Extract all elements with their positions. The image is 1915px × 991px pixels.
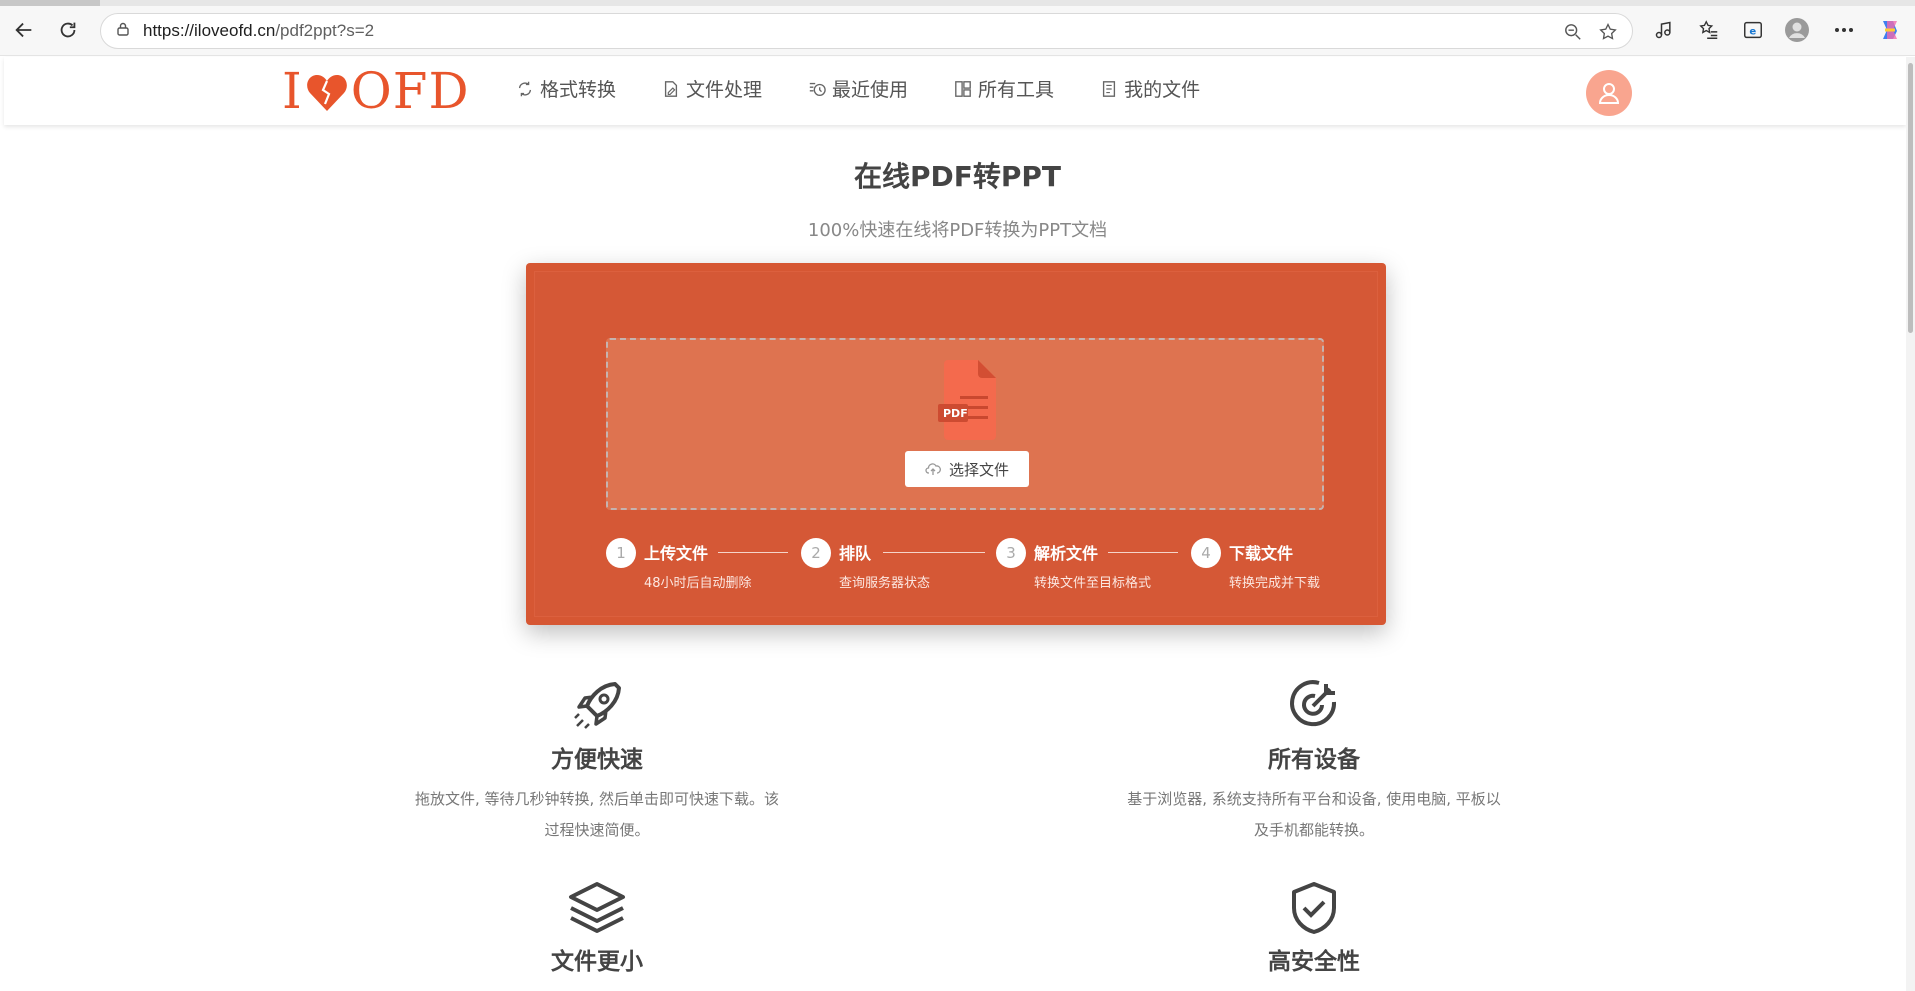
back-icon[interactable] [10,16,38,44]
nav-label: 所有工具 [978,79,1055,101]
scrollbar-thumb[interactable] [1908,63,1913,333]
url-text[interactable]: https://iloveofd.cn/pdf2ppt?s=2 [143,21,374,41]
favorite-star-icon[interactable] [1596,20,1620,44]
site-logo[interactable]: I OFD [282,62,470,120]
feature-security: 高安全性 [1114,880,1514,976]
steps-bar: 1 上传文件 48小时后自动删除 2 排队 查询服务器状态 3 解析文件 转换文… [606,534,1346,594]
step-title: 排队 [839,544,872,563]
recent-icon [809,82,826,96]
feature-title: 高安全性 [1268,949,1360,975]
feature-desc-line: 及手机都能转换。 [1253,821,1374,839]
target-icon [1114,678,1514,734]
nav-format-convert[interactable]: 格式转换 [516,75,616,102]
site-info-icon[interactable] [115,21,131,41]
feature-desc: 基于浏览器, 系统支持所有平台和设备, 使用电脑, 平板以 及手机都能转换。 [1114,784,1514,846]
page-subtitle: 100%快速在线将PDF转换为PPT文档 [807,220,1108,241]
step-title: 下载文件 [1229,544,1294,563]
copilot-icon[interactable] [1876,16,1904,44]
feature-title: 文件更小 [551,949,643,975]
feature-smaller: 文件更小 [397,880,797,976]
choose-file-button[interactable]: 选择文件 [905,451,1029,487]
nav-label: 最近使用 [832,79,909,101]
tab-strip [0,0,1915,6]
step-number: 4 [1191,538,1221,568]
step-desc: 转换文件至目标格式 [1034,576,1152,591]
cloud-upload-icon [925,463,941,475]
step-desc: 48小时后自动删除 [644,576,752,591]
nav-label: 格式转换 [540,79,617,101]
nav-file-processing[interactable]: 文件处理 [662,75,762,102]
nav-label: 文件处理 [686,79,763,101]
step-title: 上传文件 [644,544,709,563]
ie-mode-icon[interactable]: e [1739,16,1767,44]
page-title: 在线PDF转PPT [853,160,1062,193]
favorites-list-icon[interactable] [1695,16,1723,44]
step-title: 解析文件 [1034,544,1099,563]
file-edit-icon [664,80,678,97]
pdf-badge-text: PDF [943,407,968,420]
page-scrollbar[interactable] [1906,57,1915,991]
reload-icon[interactable] [54,16,82,44]
feature-desc-line: 过程快速简便。 [544,821,650,839]
feature-fast: 方便快速 拖放文件, 等待几秒钟转换, 然后单击即可快速下载。该 过程快速简便。 [397,678,797,846]
nav-my-files[interactable]: 我的文件 [1100,75,1200,102]
step-number: 2 [801,538,831,568]
step-connector [1108,552,1178,553]
file-dropzone[interactable]: PDF 选择文件 [606,338,1324,510]
choose-file-label: 选择文件 [948,460,1009,479]
pdf-file-icon: PDF [938,360,1000,440]
nav-recent[interactable]: 最近使用 [808,75,908,102]
converter-panel: PDF 选择文件 1 上传文件 48小时后自动删除 2 排队 查询服务器状态 3… [526,263,1386,625]
logo-text-i: I [282,62,303,120]
convert-icon [518,81,532,96]
feature-title: 所有设备 [1268,747,1360,773]
nav-label: 我的文件 [1124,79,1201,101]
profile-icon[interactable] [1783,16,1811,44]
step-connector [883,552,985,553]
broken-heart-icon [305,69,349,113]
shield-icon [1114,880,1514,936]
url-host: https://iloveofd.cn [143,21,276,40]
url-path: /pdf2ppt?s=2 [275,21,375,40]
zoom-out-icon[interactable] [1561,20,1585,44]
step-desc: 查询服务器状态 [839,576,931,591]
logo-text-ofd: OFD [350,62,470,120]
svg-text:e: e [1749,27,1756,38]
address-bar[interactable]: https://iloveofd.cn/pdf2ppt?s=2 [100,13,1633,49]
music-icon[interactable] [1650,16,1678,44]
nav-all-tools[interactable]: 所有工具 [954,75,1054,102]
grid-icon [955,80,971,97]
user-icon [1598,83,1620,104]
feature-desc-line: 拖放文件, 等待几秒钟转换, 然后单击即可快速下载。该 [414,790,780,808]
feature-devices: 所有设备 基于浏览器, 系统支持所有平台和设备, 使用电脑, 平板以 及手机都能… [1114,678,1514,846]
step-number: 3 [996,538,1026,568]
user-avatar[interactable] [1586,70,1632,116]
main-nav: 格式转换 文件处理 最近使用 所有工具 我的文件 [516,75,1246,102]
feature-desc: 拖放文件, 等待几秒钟转换, 然后单击即可快速下载。该 过程快速简便。 [397,784,797,846]
site-header: I OFD 格式转换 文件处理 最近使用 所有工具 我的文件 [4,57,1906,125]
browser-toolbar: https://iloveofd.cn/pdf2ppt?s=2 e [0,0,1915,56]
more-menu-icon[interactable] [1830,16,1858,44]
step-connector [718,552,788,553]
layers-icon [397,880,797,936]
step-number: 1 [606,538,636,568]
step-desc: 转换完成并下载 [1229,576,1321,591]
document-icon [1102,80,1116,97]
feature-desc-line: 基于浏览器, 系统支持所有平台和设备, 使用电脑, 平板以 [1127,790,1501,808]
feature-title: 方便快速 [551,747,643,773]
rocket-icon [397,678,797,734]
converter-inner: PDF 选择文件 1 上传文件 48小时后自动删除 2 排队 查询服务器状态 3… [534,271,1378,617]
active-tab[interactable] [0,0,100,6]
